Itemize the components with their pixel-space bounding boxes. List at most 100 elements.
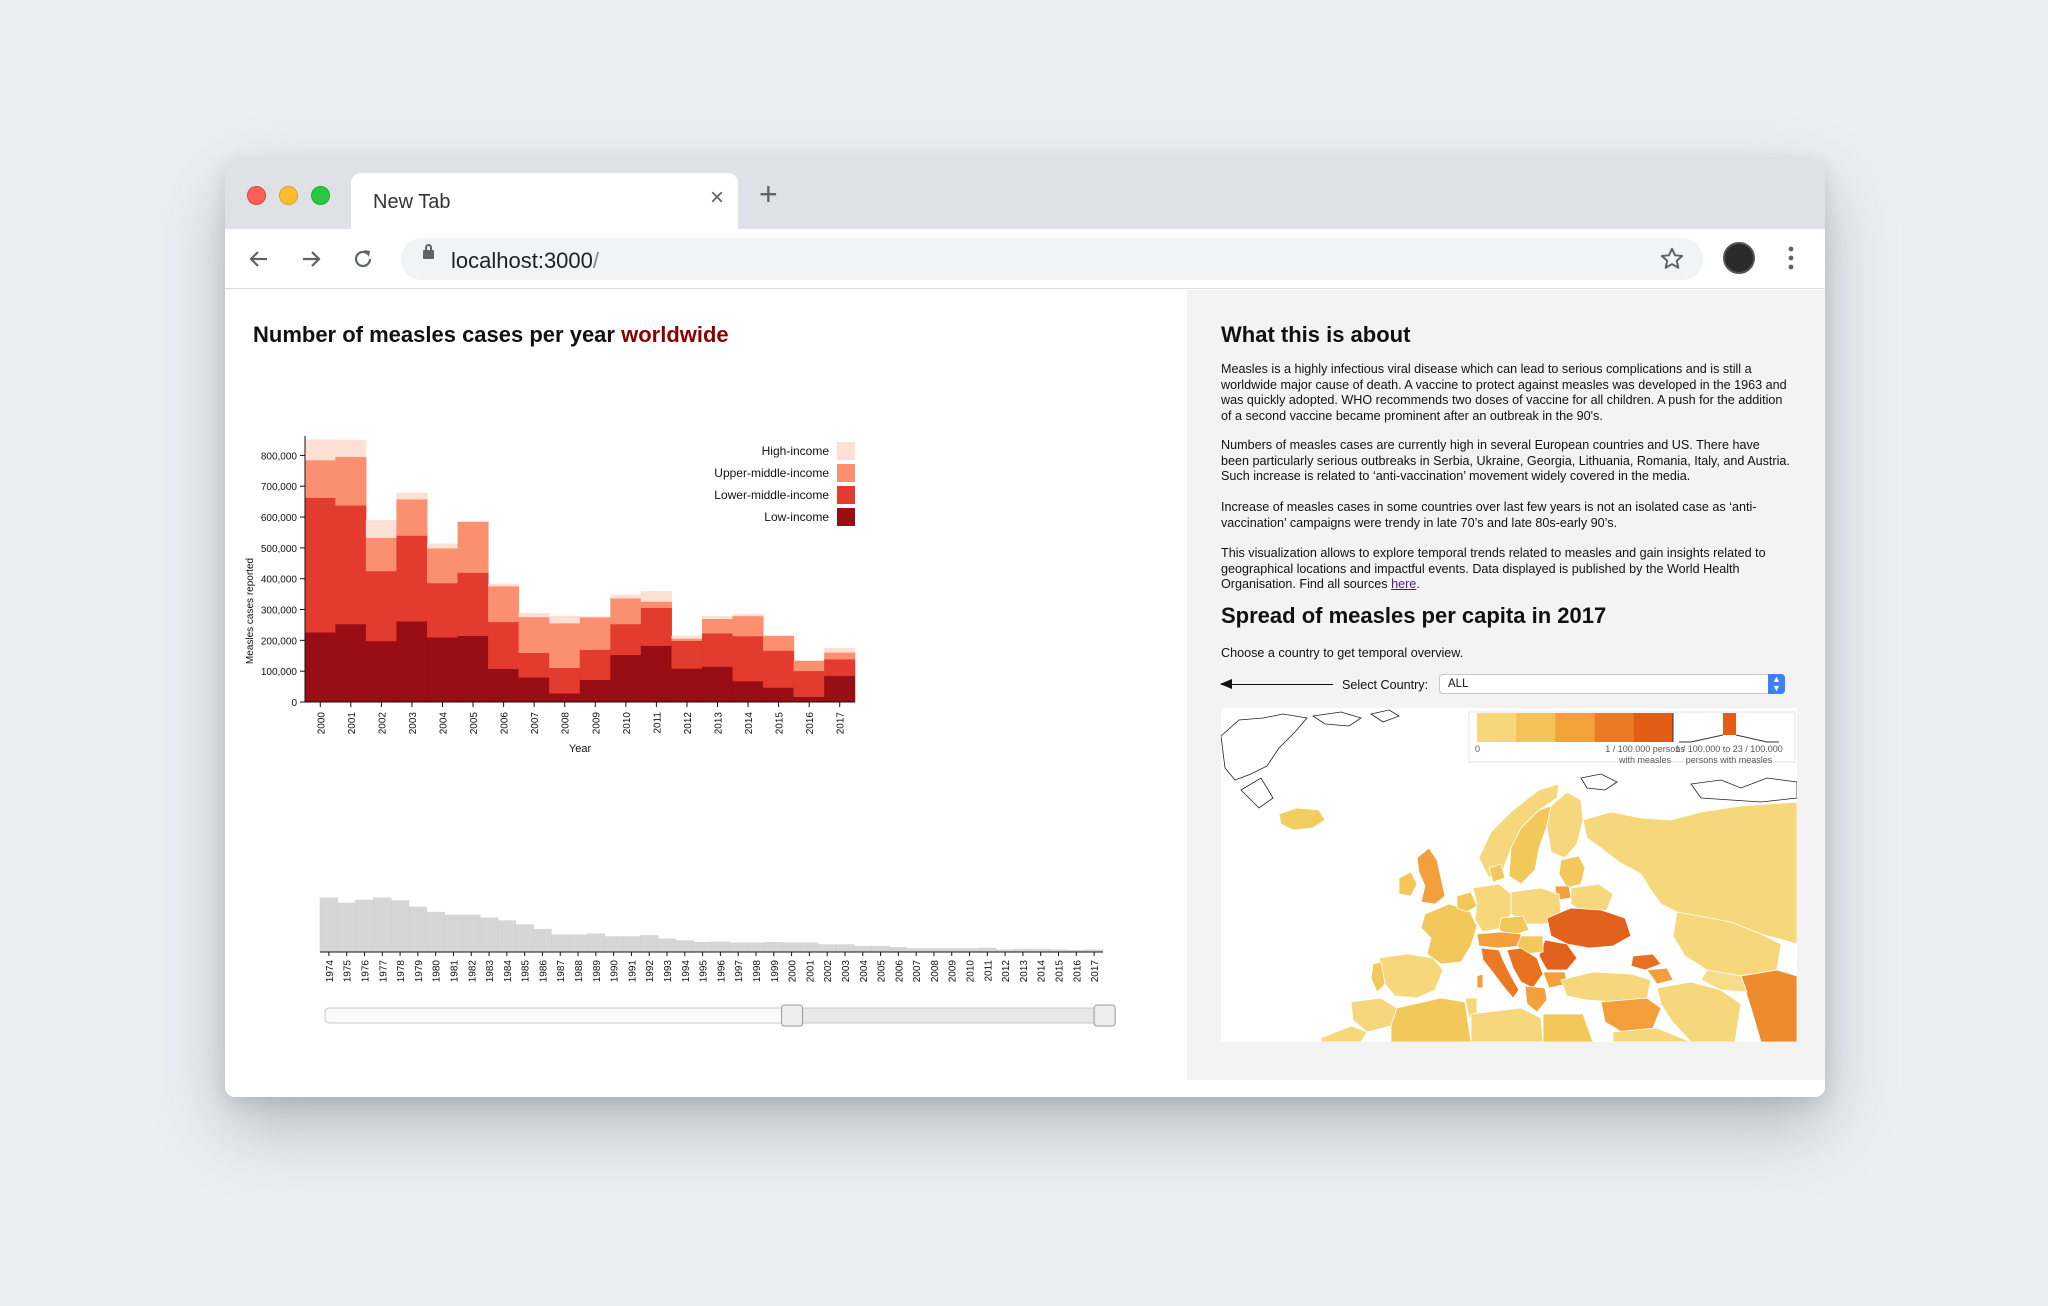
star-icon[interactable] bbox=[1659, 246, 1685, 272]
forward-icon[interactable] bbox=[299, 247, 323, 271]
map-country-ireland[interactable] bbox=[1398, 871, 1418, 897]
bar-2013-upper-middle-income[interactable] bbox=[701, 618, 734, 634]
map-country-libya[interactable] bbox=[1470, 1007, 1544, 1042]
map-country-greece[interactable] bbox=[1524, 985, 1548, 1013]
brush-handle-right[interactable] bbox=[1093, 1004, 1116, 1027]
map-country-egypt[interactable] bbox=[1542, 1013, 1594, 1042]
sources-link[interactable]: here bbox=[1391, 577, 1416, 591]
bar-2015-lower-middle-income[interactable] bbox=[763, 650, 795, 688]
close-tab-icon[interactable]: × bbox=[710, 184, 724, 212]
bar-2004-lower-middle-income[interactable] bbox=[426, 582, 459, 638]
map-country-france[interactable] bbox=[1420, 903, 1478, 965]
bar-2017-upper-middle-income[interactable] bbox=[824, 652, 856, 660]
bar-2006-lower-middle-income[interactable] bbox=[488, 621, 520, 669]
bar-2016-low-income[interactable] bbox=[793, 696, 825, 703]
bar-2007-high-income[interactable] bbox=[518, 612, 550, 618]
map-country-turkey[interactable] bbox=[1560, 971, 1652, 1003]
bar-2012-high-income[interactable] bbox=[671, 635, 703, 639]
map-country-finland[interactable] bbox=[1546, 791, 1584, 859]
reload-icon[interactable] bbox=[351, 247, 375, 271]
bar-2013-low-income[interactable] bbox=[701, 666, 734, 703]
address-bar[interactable]: localhost:3000/ bbox=[401, 238, 1703, 280]
map-country-morocco[interactable] bbox=[1350, 997, 1398, 1033]
bar-2006-low-income[interactable] bbox=[488, 668, 520, 703]
bar-2006-high-income[interactable] bbox=[488, 583, 520, 587]
bar-2006-upper-middle-income[interactable] bbox=[488, 585, 520, 623]
bar-2014-lower-middle-income[interactable] bbox=[732, 635, 764, 682]
bar-2007-low-income[interactable] bbox=[518, 677, 550, 703]
bar-2005-low-income[interactable] bbox=[457, 635, 489, 703]
bar-2009-upper-middle-income[interactable] bbox=[579, 616, 611, 650]
bar-2005-lower-middle-income[interactable] bbox=[457, 572, 489, 636]
map-country-switzerland-austria[interactable] bbox=[1476, 931, 1522, 949]
bar-2010-lower-middle-income[interactable] bbox=[610, 623, 642, 656]
bar-2003-high-income[interactable] bbox=[396, 492, 428, 500]
bar-2012-low-income[interactable] bbox=[671, 668, 703, 703]
kebab-menu-icon[interactable] bbox=[1787, 245, 1795, 271]
zoom-window-button[interactable] bbox=[311, 186, 330, 205]
bar-2002-upper-middle-income[interactable] bbox=[365, 537, 397, 572]
bar-2000-high-income[interactable] bbox=[304, 439, 336, 461]
map-country-central-asia[interactable] bbox=[1740, 969, 1797, 1042]
map-country-uk[interactable] bbox=[1416, 847, 1446, 905]
bar-2017-high-income[interactable] bbox=[824, 647, 856, 653]
bar-2014-low-income[interactable] bbox=[732, 680, 764, 703]
bar-2014-upper-middle-income[interactable] bbox=[732, 615, 764, 637]
map-country-benelux[interactable] bbox=[1456, 891, 1478, 913]
choropleth-map[interactable]: 0 1 / 100.000 persons with measles 1 / 1… bbox=[1221, 708, 1797, 1042]
map-country-georgia[interactable] bbox=[1630, 953, 1662, 971]
bar-2000-lower-middle-income[interactable] bbox=[304, 497, 336, 633]
bar-2016-upper-middle-income[interactable] bbox=[793, 660, 825, 672]
new-tab-button[interactable]: + bbox=[759, 178, 778, 210]
bar-2010-upper-middle-income[interactable] bbox=[610, 597, 642, 625]
back-icon[interactable] bbox=[247, 247, 271, 271]
brush-selection[interactable] bbox=[791, 1007, 1105, 1024]
bar-2015-low-income[interactable] bbox=[763, 687, 795, 703]
bar-2002-high-income[interactable] bbox=[365, 520, 397, 538]
bar-2004-high-income[interactable] bbox=[426, 543, 459, 549]
bar-2000-low-income[interactable] bbox=[304, 632, 336, 703]
country-select[interactable]: ALL ▲ ▼ bbox=[1439, 674, 1785, 694]
brush-handle-left[interactable] bbox=[781, 1004, 804, 1027]
bar-2009-lower-middle-income[interactable] bbox=[579, 649, 611, 681]
bar-2013-high-income[interactable] bbox=[701, 616, 734, 620]
map-country-western-sahara[interactable] bbox=[1320, 1025, 1368, 1042]
bar-2012-lower-middle-income[interactable] bbox=[671, 640, 703, 669]
overview-brush-chart[interactable]: 1974 1975 1976 1977 1978 1979 1980 1981 1982 1983… bbox=[225, 890, 1187, 1097]
bar-2011-high-income[interactable] bbox=[640, 591, 672, 602]
bar-2001-upper-middle-income[interactable] bbox=[335, 456, 367, 506]
bar-2015-upper-middle-income[interactable] bbox=[763, 635, 795, 651]
bar-2010-low-income[interactable] bbox=[610, 654, 642, 703]
bar-2002-low-income[interactable] bbox=[365, 640, 397, 703]
bar-2005-high-income[interactable] bbox=[457, 520, 489, 522]
minimize-window-button[interactable] bbox=[279, 186, 298, 205]
close-window-button[interactable] bbox=[247, 186, 266, 205]
map-country-iceland[interactable] bbox=[1278, 807, 1326, 831]
bar-2008-lower-middle-income[interactable] bbox=[549, 667, 581, 694]
bar-2010-high-income[interactable] bbox=[610, 594, 642, 599]
bar-2001-high-income[interactable] bbox=[335, 439, 367, 457]
bar-2008-low-income[interactable] bbox=[549, 693, 581, 703]
bar-2014-high-income[interactable] bbox=[732, 613, 764, 617]
bar-2011-lower-middle-income[interactable] bbox=[640, 607, 672, 646]
map-country-algeria[interactable] bbox=[1390, 997, 1472, 1042]
bar-2007-upper-middle-income[interactable] bbox=[518, 616, 550, 653]
bar-2017-lower-middle-income[interactable] bbox=[824, 658, 856, 677]
bar-2016-lower-middle-income[interactable] bbox=[793, 670, 825, 698]
map-country-baltics[interactable] bbox=[1558, 855, 1586, 889]
bar-2007-lower-middle-income[interactable] bbox=[518, 652, 550, 678]
bar-2001-low-income[interactable] bbox=[335, 623, 367, 703]
bar-2004-upper-middle-income[interactable] bbox=[426, 547, 459, 584]
map-island-sardinia[interactable] bbox=[1476, 973, 1484, 989]
bar-2009-low-income[interactable] bbox=[579, 679, 611, 703]
select-arrows-icon[interactable]: ▲ ▼ bbox=[1768, 674, 1785, 694]
map-country-ukraine[interactable] bbox=[1546, 907, 1632, 949]
bar-2009-high-income[interactable] bbox=[579, 616, 611, 618]
bar-2013-lower-middle-income[interactable] bbox=[701, 633, 734, 667]
bar-2002-lower-middle-income[interactable] bbox=[365, 570, 397, 642]
bar-2011-upper-middle-income[interactable] bbox=[640, 601, 672, 608]
bar-2003-lower-middle-income[interactable] bbox=[396, 535, 428, 622]
bar-2004-low-income[interactable] bbox=[426, 637, 459, 703]
bar-2003-low-income[interactable] bbox=[396, 620, 428, 703]
bar-2003-upper-middle-income[interactable] bbox=[396, 498, 428, 536]
